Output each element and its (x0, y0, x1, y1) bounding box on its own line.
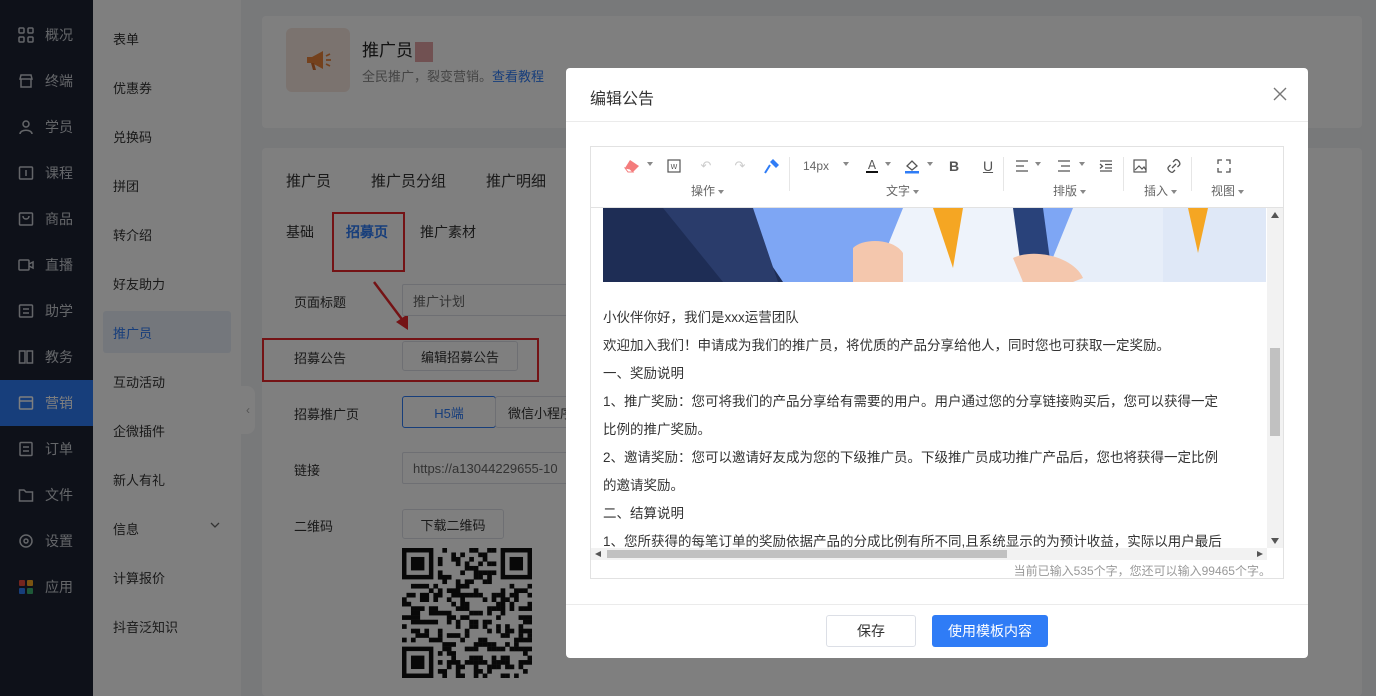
caret-icon[interactable] (1035, 162, 1041, 166)
horizontal-scrollbar[interactable] (591, 548, 1267, 560)
underline-icon[interactable]: U (979, 157, 997, 175)
toolbar-separator (1123, 157, 1124, 191)
content-paragraph: 二、结算说明 (603, 506, 684, 521)
save-button[interactable]: 保存 (826, 615, 916, 647)
editor-content[interactable]: 小伙伴你好，我们是xxx运营团队 欢迎加入我们！申请成为我们的推广员，将优质的产… (591, 208, 1267, 548)
bold-icon[interactable]: B (945, 157, 963, 175)
align-icon[interactable] (1013, 157, 1031, 175)
scroll-left-arrow[interactable] (595, 551, 601, 557)
toolbar-group-layout[interactable]: 排版 (1053, 182, 1086, 199)
close-icon[interactable] (1272, 86, 1288, 102)
paste-text-icon[interactable]: W (665, 157, 683, 175)
fullscreen-icon[interactable] (1215, 157, 1233, 175)
content-paragraph: 1、您所获得的每笔订单的奖励依据产品的分成比例有所不同,且系统显示的为预计收益，… (603, 534, 1222, 548)
indent-icon[interactable] (1097, 157, 1115, 175)
font-color-icon[interactable]: A (863, 157, 881, 175)
rich-text-editor: W ↶ ↷ 操作 14px A B U 文字 排版 插入 视图 小伙伴你好，我们… (590, 146, 1284, 579)
scrollbar-thumb[interactable] (1270, 348, 1280, 436)
format-painter-icon[interactable] (763, 157, 781, 175)
line-height-icon[interactable] (1055, 157, 1073, 175)
undo-icon[interactable]: ↶ (697, 157, 715, 175)
banner-image (603, 208, 1266, 282)
divider (566, 121, 1308, 122)
scrollbar-thumb[interactable] (607, 550, 1007, 558)
toolbar-separator (1003, 157, 1004, 191)
toolbar-separator (1191, 157, 1192, 191)
caret-icon[interactable] (927, 162, 933, 166)
svg-text:A: A (868, 158, 877, 172)
toolbar-group-text[interactable]: 文字 (886, 182, 919, 199)
scroll-right-arrow[interactable] (1257, 551, 1263, 557)
link-icon[interactable] (1165, 157, 1183, 175)
caret-icon[interactable] (1079, 162, 1085, 166)
scroll-up-arrow[interactable] (1271, 212, 1279, 218)
word-count: 当前已输入535个字，您还可以输入99465个字。 (1013, 564, 1271, 578)
content-paragraph: 2、邀请奖励：您可以邀请好友成为您的下级推广员。下级推广员成功推广产品后，您也将… (603, 450, 1219, 465)
vertical-scrollbar[interactable] (1267, 208, 1283, 548)
image-icon[interactable] (1131, 157, 1149, 175)
redo-icon[interactable]: ↷ (731, 157, 749, 175)
content-paragraph: 比例的推广奖励。 (603, 422, 711, 437)
content-paragraph: 欢迎加入我们！申请成为我们的推广员，将优质的产品分享给他人，同时您也可获取一定奖… (603, 338, 1170, 353)
edit-notice-dialog: 编辑公告 W ↶ ↷ 操作 14px A B U 文字 排版 插入 视图 小伙伴… (566, 68, 1308, 658)
caret-icon[interactable] (885, 162, 891, 166)
content-paragraph: 一、奖励说明 (603, 366, 684, 381)
highlight-color-icon[interactable] (903, 157, 921, 175)
toolbar-group-operate[interactable]: 操作 (691, 182, 724, 199)
content-paragraph: 小伙伴你好，我们是xxx运营团队 (603, 310, 799, 325)
scroll-down-arrow[interactable] (1271, 538, 1279, 544)
toolbar-separator (789, 157, 790, 191)
use-template-button[interactable]: 使用模板内容 (932, 615, 1048, 647)
toolbar-group-insert[interactable]: 插入 (1144, 182, 1177, 199)
dialog-title: 编辑公告 (590, 91, 655, 108)
content-paragraph: 的邀请奖励。 (603, 478, 684, 493)
content-paragraph: 1、推广奖励：您可将我们的产品分享给有需要的用户。用户通过您的分享链接购买后，您… (603, 394, 1219, 409)
toolbar-group-view[interactable]: 视图 (1211, 182, 1244, 199)
svg-text:W: W (671, 163, 678, 171)
divider (566, 604, 1308, 605)
caret-icon[interactable] (843, 162, 849, 166)
eraser-icon[interactable] (623, 157, 641, 175)
editor-toolbar: W ↶ ↷ 操作 14px A B U 文字 排版 插入 视图 (591, 147, 1283, 208)
font-size-select[interactable]: 14px (801, 157, 831, 175)
caret-icon[interactable] (647, 162, 653, 166)
